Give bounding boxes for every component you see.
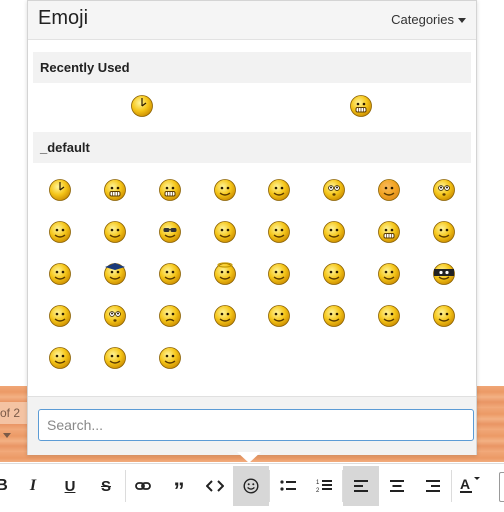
editor-toolbar: B I U S ” 12 A [0,463,504,512]
thumbs-up-smiley-icon[interactable] [157,261,183,287]
wall-bang-smiley-icon[interactable] [431,303,457,329]
bullet-list-icon [280,480,296,491]
grimace-smiley-icon[interactable] [376,219,402,245]
romance-smiley-icon[interactable] [266,303,292,329]
svg-text:2: 2 [316,488,320,494]
link-button[interactable] [125,466,161,506]
hands-up-smiley-icon[interactable] [47,219,73,245]
emoji-picker-popup: Emoji Categories Recently Used _default [27,0,477,455]
relieved-smiley-icon[interactable] [321,219,347,245]
emoji-button[interactable] [233,466,269,506]
toolbar-overflow-button[interactable] [499,472,504,502]
emoji-picker-header: Emoji Categories [28,1,476,40]
dizzy-smiley-icon[interactable] [47,303,73,329]
sad-smiley-icon[interactable] [157,303,183,329]
svg-text:A: A [460,477,470,492]
categories-label: Categories [391,12,454,27]
strikethrough-icon: S [100,477,111,495]
emoji-icon [243,478,259,494]
underline-button[interactable]: U [52,466,88,506]
align-left-button[interactable] [343,466,379,506]
clock-smiley-icon[interactable] [129,93,155,119]
cool-glasses-smiley-icon[interactable] [157,219,183,245]
underline-icon: U [64,477,76,495]
angel-smiley-icon[interactable] [212,261,238,287]
popup-pointer [237,452,261,463]
align-right-icon [426,480,440,492]
svg-text:1: 1 [316,480,320,486]
align-right-button[interactable] [415,466,451,506]
clock-smiley-icon[interactable] [47,177,73,203]
code-icon [206,480,224,492]
big-grin-smiley-icon[interactable] [102,177,128,203]
popcorn-smiley-icon[interactable] [431,177,457,203]
blush-smiley-icon[interactable] [376,177,402,203]
content-smiley-icon[interactable] [102,219,128,245]
italic-button[interactable]: I [15,466,51,506]
magnify-smiley-icon[interactable] [376,303,402,329]
pager-control[interactable]: of 2 [0,402,28,439]
link-icon [135,482,151,490]
align-left-icon [354,480,368,492]
strikethrough-button[interactable]: S [88,466,124,506]
emoji-picker-title: Emoji [38,7,89,29]
text-color-icon: A [460,477,480,493]
emoji-list[interactable]: Recently Used _default [28,40,476,395]
wink-smiley-icon[interactable] [102,345,128,371]
ninja-smiley-icon[interactable] [431,261,457,287]
bullet-list-button[interactable] [270,466,306,506]
search-area [28,396,476,455]
rolleyes-smiley-icon[interactable] [102,303,128,329]
waving-smiley-icon[interactable] [47,261,73,287]
quote-button[interactable]: ” [161,466,197,506]
whistle-smiley-icon[interactable] [47,345,73,371]
align-center-icon [390,480,404,492]
section-recently-used: Recently Used [33,52,471,83]
thinking-hand-smiley-icon[interactable] [212,177,238,203]
laugh-smiley-icon[interactable] [266,177,292,203]
section-default: _default [33,132,471,163]
italic-icon: I [29,477,37,494]
rockon-smiley-icon[interactable] [376,261,402,287]
numbered-list-button[interactable]: 12 [306,466,342,506]
chevron-down-icon [3,433,11,439]
grin-smiley-icon[interactable] [348,93,374,119]
graduate-smiley-icon[interactable] [102,261,128,287]
text-color-button[interactable]: A [452,466,488,506]
headphones-smiley-icon[interactable] [321,303,347,329]
shrug-smiley-icon[interactable] [212,303,238,329]
facepalm-smiley-icon[interactable] [431,219,457,245]
chevron-down-icon [458,18,466,24]
quote-icon: ” [173,478,185,503]
tongue-out-smiley-icon[interactable] [266,219,292,245]
code-button[interactable] [197,466,233,506]
happy-smiley-icon[interactable] [266,261,292,287]
categories-dropdown[interactable]: Categories [391,12,466,27]
grin-smiley-icon[interactable] [157,177,183,203]
cheer-smiley-icon[interactable] [157,345,183,371]
emoji-search-input[interactable] [38,409,474,441]
thinking-smiley-icon[interactable] [321,261,347,287]
pager-label: of 2 [0,406,21,420]
surprised-smiley-icon[interactable] [321,177,347,203]
align-center-button[interactable] [379,466,415,506]
shocked-smiley-icon[interactable] [212,219,238,245]
bold-icon: B [0,477,8,494]
numbered-list-icon: 12 [316,480,332,494]
